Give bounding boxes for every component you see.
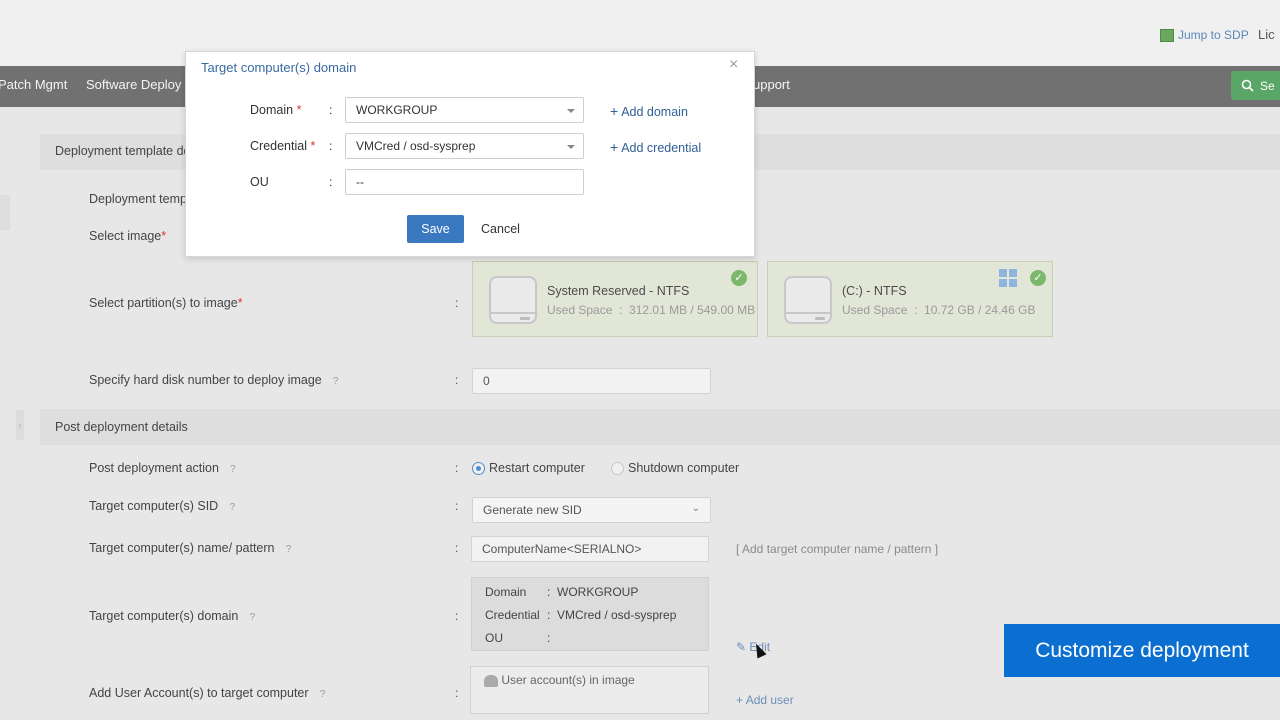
help-icon: ?: [229, 502, 235, 513]
deployment-section-title: Deployment template de: [55, 144, 191, 158]
dialog-title: Target computer(s) domain: [201, 60, 357, 75]
name-pattern-input[interactable]: ComputerName<SERIALNO>: [471, 536, 709, 562]
customize-deployment-badge: Customize deployment: [1004, 624, 1280, 677]
caret-down-icon: [567, 145, 575, 149]
collapse-handle[interactable]: ‹: [16, 410, 24, 440]
domain-label: Target computer(s) domain?: [89, 609, 258, 624]
select-partition-label: Select partition(s) to image*: [89, 296, 243, 310]
check-icon: ✓: [731, 270, 747, 286]
ou-input[interactable]: --: [345, 169, 584, 195]
post-section-header: [40, 409, 1280, 445]
partition-card-system-reserved[interactable]: System Reserved - NTFS Used Space : 312.…: [472, 261, 758, 337]
left-scroll-handle[interactable]: [0, 195, 10, 230]
hard-disk-icon: [784, 276, 832, 324]
partition-used-space: Used Space : 10.72 GB / 24.46 GB: [842, 303, 1036, 317]
search-button[interactable]: Se: [1231, 71, 1280, 100]
add-credential-link[interactable]: + Add credential: [610, 139, 701, 155]
radio-selected-icon: [472, 462, 485, 476]
license-link[interactable]: Lic: [1258, 27, 1275, 42]
dialog-ou-label: OU: [250, 175, 269, 189]
search-icon: [1241, 79, 1254, 92]
name-pattern-label: Target computer(s) name/ pattern?: [89, 541, 295, 556]
add-user-label: Add User Account(s) to target computer?: [89, 686, 329, 701]
domain-dialog: Target computer(s) domain × Domain * : W…: [185, 51, 755, 257]
sdp-icon: [1160, 28, 1174, 42]
dialog-domain-label: Domain *: [250, 103, 302, 117]
domain-summary: Domain: WORKGROUP Credential: VMCred / osd…: [471, 577, 709, 651]
partition-card-c-drive[interactable]: (C:) - NTFS Used Space : 10.72 GB / 24.4…: [767, 261, 1053, 337]
check-icon: ✓: [1030, 270, 1046, 286]
partition-name: (C:) - NTFS: [842, 284, 907, 298]
hard-disk-input[interactable]: 0: [472, 368, 711, 394]
template-name-label: Deployment temp: [89, 192, 187, 206]
add-user-link[interactable]: + Add user: [736, 693, 794, 707]
user-accounts-box: User account(s) in image: [470, 666, 709, 714]
hard-disk-label: Specify hard disk number to deploy image…: [89, 373, 342, 388]
partition-name: System Reserved - NTFS: [547, 284, 690, 298]
restart-radio[interactable]: Restart computer: [472, 461, 585, 476]
add-domain-link[interactable]: + Add domain: [610, 103, 688, 119]
save-button[interactable]: Save: [407, 215, 464, 243]
domain-select[interactable]: WORKGROUP: [345, 97, 584, 123]
help-icon: ?: [285, 544, 292, 555]
radio-unselected-icon: [611, 462, 624, 476]
hard-disk-icon: [489, 276, 537, 324]
nav-item-support[interactable]: upport: [753, 77, 790, 92]
search-label: Se: [1260, 78, 1275, 93]
help-icon: ?: [249, 612, 256, 623]
dialog-credential-label: Credential *: [250, 139, 316, 153]
nav-item-patch-mgmt[interactable]: Patch Mgmt: [0, 77, 67, 92]
add-name-pattern-link[interactable]: [ Add target computer name / pattern ]: [736, 542, 938, 556]
sid-label: Target computer(s) SID?: [89, 499, 238, 514]
shutdown-radio[interactable]: Shutdown computer: [611, 461, 739, 476]
nav-item-software-deploy[interactable]: Software Deploy: [86, 77, 181, 92]
close-icon[interactable]: ×: [729, 56, 738, 74]
users-icon: [484, 674, 498, 687]
sid-select[interactable]: Generate new SID ⌄: [472, 497, 711, 523]
partition-used-space: Used Space : 312.01 MB / 549.00 MB: [547, 303, 756, 317]
help-icon: ?: [332, 376, 339, 387]
cancel-button[interactable]: Cancel: [473, 215, 528, 243]
jump-to-sdp-label: Jump to SDP: [1178, 28, 1249, 42]
chevron-down-icon: ⌄: [691, 503, 700, 514]
select-image-label: Select image*: [89, 229, 167, 243]
caret-down-icon: [567, 109, 575, 113]
post-section-title: Post deployment details: [55, 420, 188, 434]
pencil-icon: ✎: [736, 640, 747, 654]
post-action-label: Post deployment action?: [89, 461, 239, 476]
help-icon: ?: [230, 464, 236, 475]
help-icon: ?: [319, 689, 326, 700]
jump-to-sdp-link[interactable]: Jump to SDP: [1160, 28, 1249, 42]
windows-icon: [999, 269, 1017, 287]
credential-select[interactable]: VMCred / osd-sysprep: [345, 133, 584, 159]
user-accounts-heading: User account(s) in image: [484, 673, 635, 687]
